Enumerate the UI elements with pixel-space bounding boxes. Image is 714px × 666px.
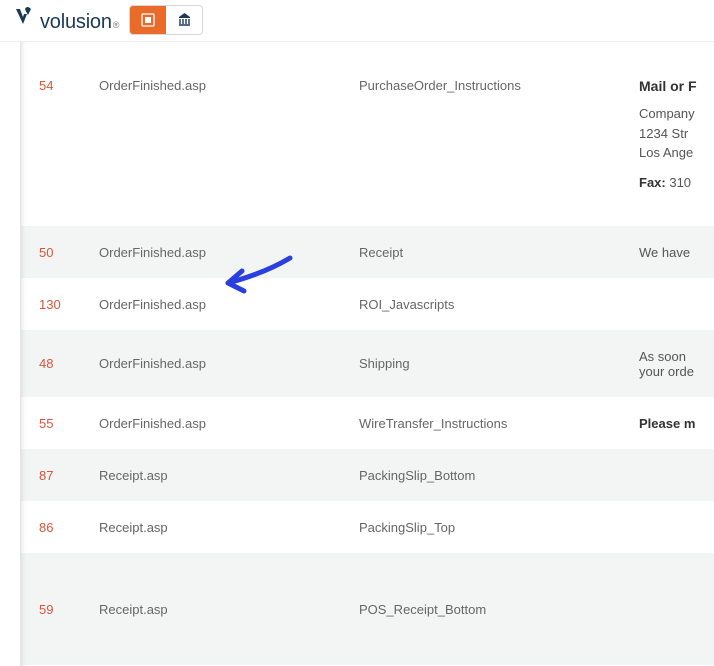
storefront-button[interactable] (166, 6, 202, 34)
row-extra (621, 449, 714, 501)
row-page: Receipt.asp (81, 553, 341, 665)
row-article-name: PackingSlip_Top (341, 501, 621, 553)
row-page: OrderFinished.asp (81, 226, 341, 278)
brand-logo: volusion ® (14, 6, 119, 34)
topbar: volusion ® (0, 0, 714, 42)
row-page: OrderFinished.asp (81, 278, 341, 330)
fax-label: Fax: (639, 175, 666, 190)
dashboard-button[interactable] (130, 6, 166, 34)
row-extra: As soonyour orde (621, 330, 714, 397)
table-row: 55 OrderFinished.aspWireTransfer_Instruct… (21, 397, 714, 449)
row-article-name: Receipt (341, 226, 621, 278)
row-article-name: PurchaseOrder_Instructions (341, 42, 621, 226)
logo-mark-icon (14, 6, 40, 28)
mail-address: Company1234 StrLos Ange (639, 104, 704, 163)
row-article-name: POS_Receipt_Bottom (341, 553, 621, 665)
row-id-link[interactable]: 50 (39, 245, 53, 260)
toolbar-button-group (129, 5, 203, 35)
row-article-name: Shipping (341, 330, 621, 397)
row-extra: Mail or F Company1234 StrLos Ange Fax: 310 (621, 42, 714, 226)
row-id-link[interactable]: 55 (39, 416, 53, 431)
row-extra: Please m (621, 397, 714, 449)
row-article-name: WireTransfer_Instructions (341, 397, 621, 449)
row-extra: We have (621, 226, 714, 278)
row-extra (621, 501, 714, 553)
data-grid: 54OrderFinished.aspPurchaseOrder_Instruc… (20, 42, 714, 666)
fax-value: 310 (666, 175, 691, 190)
row-extra (621, 278, 714, 330)
row-article-name: PackingSlip_Bottom (341, 449, 621, 501)
row-page: Receipt.asp (81, 449, 341, 501)
row-id-link[interactable]: 59 (39, 602, 53, 617)
row-id-link[interactable]: 86 (39, 520, 53, 535)
table-row: 87 Receipt.aspPackingSlip_Bottom (21, 449, 714, 501)
table-row: 130 OrderFinished.aspROI_Javascripts (21, 278, 714, 330)
articles-table: 54OrderFinished.aspPurchaseOrder_Instruc… (21, 42, 714, 666)
row-page: Receipt.asp (81, 501, 341, 553)
row-id-link[interactable]: 48 (39, 356, 53, 371)
row-extra (621, 553, 714, 665)
row-id-link[interactable]: 87 (39, 468, 53, 483)
row-article-name: ROI_Javascripts (341, 278, 621, 330)
row-page: OrderFinished.asp (81, 397, 341, 449)
registered-mark-icon: ® (113, 20, 120, 30)
table-row: 48 OrderFinished.aspShippingAs soonyour o… (21, 330, 714, 397)
row-page: OrderFinished.asp (81, 330, 341, 397)
table-row: 86 Receipt.aspPackingSlip_Top (21, 501, 714, 553)
table-row: 54 OrderFinished.aspPurchaseOrder_Instruc… (21, 42, 714, 226)
row-page: OrderFinished.asp (81, 42, 341, 226)
row-id-link[interactable]: 54 (39, 78, 53, 93)
brand-name: volusion (40, 11, 112, 34)
table-row: 59 Receipt.aspPOS_Receipt_Bottom (21, 553, 714, 665)
row-id-link[interactable]: 130 (39, 297, 61, 312)
table-row: 50 OrderFinished.aspReceiptWe have (21, 226, 714, 278)
mail-heading: Mail or F (639, 78, 704, 94)
